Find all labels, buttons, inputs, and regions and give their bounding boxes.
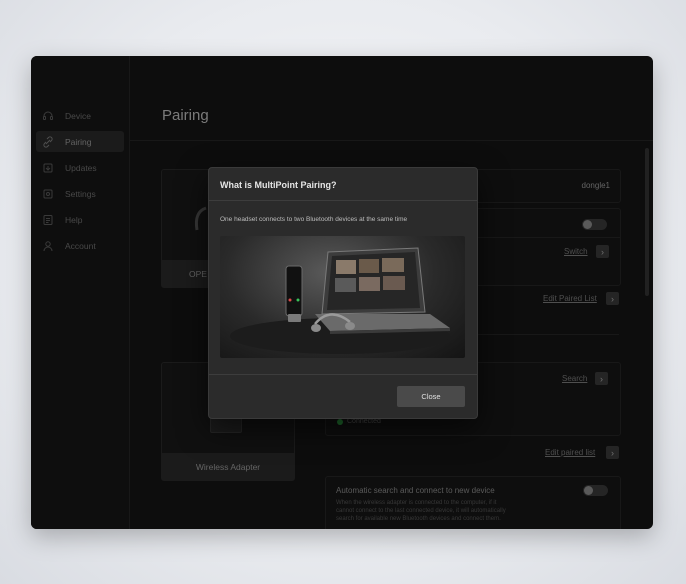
laptop-image [315,314,450,331]
phone-image [285,265,303,317]
close-button[interactable]: Close [397,386,465,407]
divider [209,200,477,201]
multipoint-illustration [220,236,465,358]
dialog-title: What is MultiPoint Pairing? [220,180,337,190]
dialog-description: One headset connects to two Bluetooth de… [220,216,408,223]
multipoint-info-dialog: What is MultiPoint Pairing? One headset … [208,167,478,419]
divider [209,374,477,375]
